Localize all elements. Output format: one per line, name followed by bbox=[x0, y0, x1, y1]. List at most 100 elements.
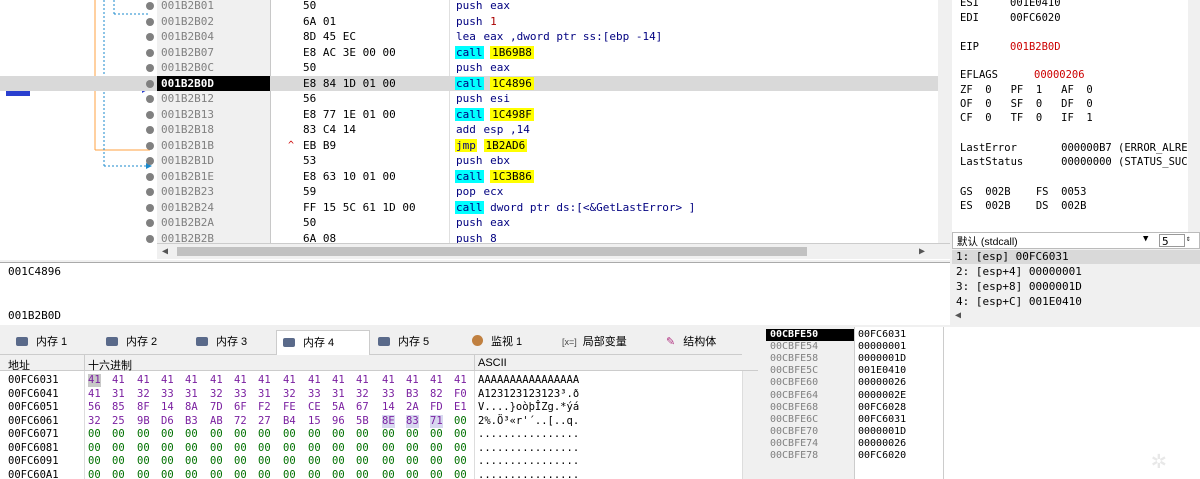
hex-byte[interactable]: 33 bbox=[308, 388, 321, 401]
hex-byte[interactable]: 00 bbox=[382, 455, 395, 468]
hex-byte[interactable]: 00 bbox=[112, 428, 125, 441]
registers-pane[interactable]: ESI 001E0410 EDI 00FC6020 EIP 001B2B0D E… bbox=[952, 0, 1200, 232]
hex-byte[interactable]: 00 bbox=[406, 428, 419, 441]
stack-address[interactable]: 00CBFE68 bbox=[770, 402, 818, 414]
hex-byte[interactable]: 00 bbox=[112, 442, 125, 455]
hex-byte[interactable]: 00 bbox=[185, 469, 198, 479]
hex-byte[interactable]: 00 bbox=[283, 455, 296, 468]
hex-byte[interactable]: 8E bbox=[382, 414, 395, 428]
hex-byte[interactable]: 41 bbox=[137, 374, 150, 387]
disasm-row[interactable]: 001B2B04 8D 45 EC lea eax ,dword ptr ss:[e… bbox=[0, 29, 938, 45]
hex-byte[interactable]: 33 bbox=[234, 388, 247, 401]
stack-row[interactable]: 00CBFE58 0000001D bbox=[766, 353, 1200, 365]
hex-byte[interactable]: 00 bbox=[308, 442, 321, 455]
hex-byte[interactable]: 5B bbox=[356, 415, 369, 428]
hex-byte[interactable]: 00 bbox=[234, 442, 247, 455]
stack-address[interactable]: 00CBFE74 bbox=[770, 438, 818, 450]
disasm-row[interactable]: 001B2B02 6A 01 push 1 bbox=[0, 14, 938, 30]
ascii-text[interactable]: AAAAAAAAAAAAAAAA bbox=[478, 374, 579, 387]
stack-value[interactable]: 00000026 bbox=[858, 438, 906, 450]
hex-byte[interactable]: CE bbox=[308, 401, 321, 414]
disasm-address[interactable]: 001B2B02 bbox=[161, 14, 214, 30]
hex-byte[interactable]: 00 bbox=[406, 469, 419, 479]
reg-esi-value[interactable]: 001E0410 bbox=[1010, 0, 1061, 9]
hex-byte[interactable]: 5A bbox=[332, 401, 345, 414]
hex-byte[interactable]: 00 bbox=[161, 469, 174, 479]
hex-byte[interactable]: 6F bbox=[234, 401, 247, 414]
breakpoint-dot-icon[interactable] bbox=[146, 141, 154, 150]
hex-byte[interactable]: 00 bbox=[161, 428, 174, 441]
disasm-instruction[interactable]: jmp 1B2AD6 bbox=[455, 138, 528, 154]
breakpoint-dot-icon[interactable] bbox=[146, 188, 154, 196]
hex-byte[interactable]: F2 bbox=[258, 401, 271, 414]
hex-byte[interactable]: 41 bbox=[210, 374, 223, 387]
dump-row[interactable]: 00FC6051 56 85 8F 14 8A 7D 6F F2 FE CE 5A 67 14 2A FD E1… bbox=[0, 401, 740, 414]
hex-byte[interactable]: E1 bbox=[454, 401, 467, 414]
breakpoint-dot-icon[interactable] bbox=[146, 64, 154, 72]
hex-byte[interactable]: 00 bbox=[454, 442, 467, 455]
hex-byte[interactable]: 14 bbox=[161, 401, 174, 414]
stack-row[interactable]: 00CBFE5C 001E0410 bbox=[766, 365, 1200, 377]
hex-byte[interactable]: 00 bbox=[308, 455, 321, 468]
stack-row[interactable]: 00CBFE78 00FC6020 bbox=[766, 450, 1200, 462]
stack-address[interactable]: 00CBFE70 bbox=[770, 426, 818, 438]
hex-byte[interactable]: 00 bbox=[382, 442, 395, 455]
disasm-row[interactable]: 001B2B13 E8 77 1E 01 00 call 1C498F bbox=[0, 107, 938, 123]
hex-byte[interactable]: 00 bbox=[258, 469, 271, 479]
hex-byte[interactable]: 41 bbox=[88, 374, 101, 387]
hex-byte[interactable]: F0 bbox=[454, 388, 467, 401]
hex-byte[interactable]: 41 bbox=[234, 374, 247, 387]
hex-byte[interactable]: 41 bbox=[382, 374, 395, 387]
hex-byte[interactable]: 00 bbox=[258, 442, 271, 455]
dump-address[interactable]: 00FC6031 bbox=[8, 374, 59, 387]
disasm-instruction[interactable]: call 1C3B86 bbox=[455, 169, 534, 185]
stack-value[interactable]: 0000001D bbox=[858, 353, 906, 365]
tab-watch-1[interactable]: 监视 1 bbox=[466, 330, 556, 355]
ascii-text[interactable]: ................ bbox=[478, 469, 579, 479]
stack-address[interactable]: 00CBFE78 bbox=[770, 450, 818, 462]
hex-byte[interactable]: 56 bbox=[88, 401, 101, 414]
ascii-text[interactable]: ................ bbox=[478, 442, 579, 455]
hex-byte[interactable]: AB bbox=[210, 415, 223, 428]
hex-byte[interactable]: 00 bbox=[430, 469, 443, 479]
hex-byte[interactable]: 27 bbox=[258, 415, 271, 428]
hex-byte[interactable]: 32 bbox=[356, 388, 369, 401]
hex-byte[interactable]: 00 bbox=[137, 455, 150, 468]
hex-byte[interactable]: 00 bbox=[112, 469, 125, 479]
tab-memory-3[interactable]: 内存 3 bbox=[190, 330, 276, 355]
breakpoint-dot-icon[interactable] bbox=[146, 172, 154, 181]
hex-byte[interactable]: 00 bbox=[356, 428, 369, 441]
hex-byte[interactable]: 32 bbox=[137, 388, 150, 401]
hex-byte[interactable]: 32 bbox=[88, 415, 101, 428]
disasm-vscrollbar[interactable] bbox=[938, 0, 950, 243]
hex-byte[interactable]: B3 bbox=[406, 388, 419, 401]
hex-byte[interactable]: 33 bbox=[161, 388, 174, 401]
disasm-row[interactable]: 001B2B07 E8 AC 3E 00 00 call 1B69B8 bbox=[0, 45, 938, 61]
chevron-down-icon[interactable]: ▼ bbox=[1143, 234, 1148, 244]
hex-byte[interactable]: 00 bbox=[382, 428, 395, 441]
stack-address[interactable]: 00CBFE54 bbox=[770, 341, 818, 353]
stack-value[interactable]: 00000001 bbox=[858, 341, 906, 353]
dump-address[interactable]: 00FC60A1 bbox=[8, 469, 59, 479]
dump-row[interactable]: 00FC6061 32 25 9B D6 B3 AB 72 27 B4 15 96 5B 8E 83 71 00… bbox=[0, 414, 740, 428]
disasm-address[interactable]: 001B2B07 bbox=[161, 45, 214, 61]
dump-row[interactable]: 00FC6091 00 00 00 00 00 00 00 00 00 00 00 00 00 00 00 00… bbox=[0, 455, 740, 468]
stack-row[interactable]: 00CBFE68 00FC6028 bbox=[766, 402, 1200, 414]
hex-byte[interactable]: 9B bbox=[137, 415, 150, 428]
hex-byte[interactable]: 00 bbox=[112, 455, 125, 468]
hex-byte[interactable]: 25 bbox=[112, 415, 125, 428]
disasm-row[interactable]: 001B2B0D E8 84 1D 01 00 call 1C4896 bbox=[0, 75, 938, 91]
hex-byte[interactable]: 31 bbox=[258, 388, 271, 401]
stack-value[interactable]: 00FC6020 bbox=[858, 450, 906, 462]
hex-byte[interactable]: 8F bbox=[137, 401, 150, 414]
breakpoint-dot-icon[interactable] bbox=[146, 157, 154, 165]
stack-arg[interactable]: 1: [esp] 00FC6031 bbox=[956, 250, 1069, 263]
dump-address[interactable]: 00FC6091 bbox=[8, 455, 59, 468]
hex-byte[interactable]: 31 bbox=[185, 388, 198, 401]
stack-value[interactable]: 00FC6028 bbox=[858, 402, 906, 414]
disasm-address[interactable]: 001B2B23 bbox=[161, 184, 214, 200]
stack-row[interactable]: 00CBFE74 00000026 bbox=[766, 438, 1200, 450]
tab-memory-5[interactable]: 内存 5 bbox=[372, 330, 458, 355]
dump-row[interactable]: 00FC6071 00 00 00 00 00 00 00 00 00 00 00 00 00 00 00 00… bbox=[0, 428, 740, 441]
hex-byte[interactable]: D6 bbox=[161, 415, 174, 428]
